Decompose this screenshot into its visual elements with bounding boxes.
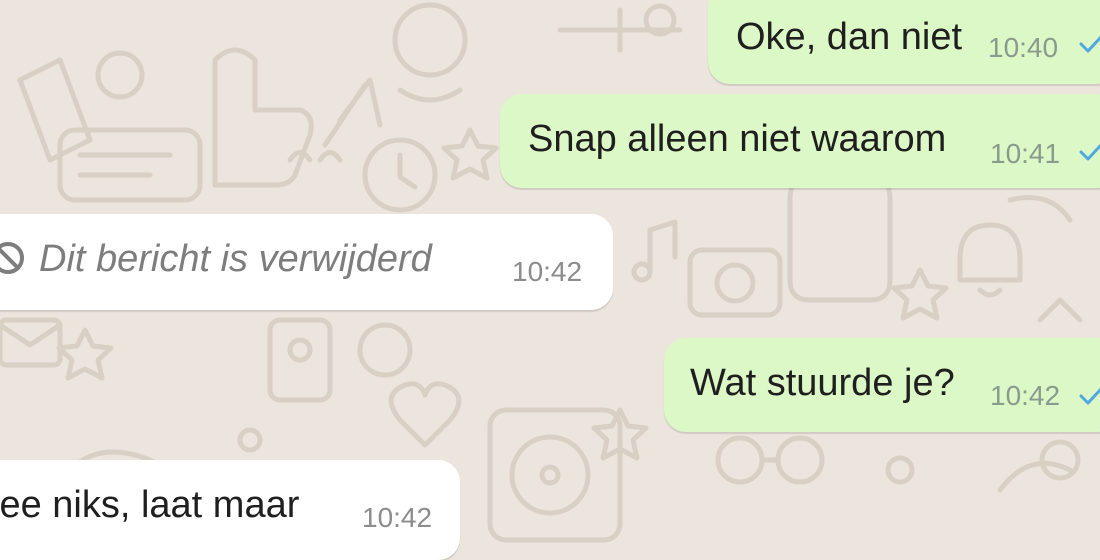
message-text: Dit bericht is verwijderd xyxy=(39,238,432,280)
message-time: 10:42 xyxy=(362,502,433,533)
message-bubble-outgoing[interactable]: Oke, dan niet 10:40 xyxy=(708,0,1100,84)
ban-icon xyxy=(0,240,26,276)
message-bubble-outgoing[interactable]: Snap alleen niet waarom 10:41 xyxy=(500,94,1100,188)
check-icon xyxy=(1078,142,1100,162)
message-bubble-outgoing[interactable]: Wat stuurde je? 10:42 xyxy=(664,338,1100,432)
message-time: 10:42 xyxy=(512,256,583,287)
check-icon xyxy=(1078,386,1100,406)
message-text: Wat stuurde je? xyxy=(690,362,955,404)
message-text: Oke, dan niet xyxy=(736,16,963,58)
message-text: Nee niks, laat maar xyxy=(0,484,300,526)
message-bubble-incoming[interactable]: Nee niks, laat maar 10:42 xyxy=(0,460,460,560)
message-bubble-incoming-deleted[interactable]: Dit bericht is verwijderd 10:42 xyxy=(0,214,613,310)
message-time: 10:40 xyxy=(988,32,1059,63)
message-text: Snap alleen niet waarom xyxy=(528,118,947,160)
check-icon xyxy=(1078,34,1100,54)
message-time: 10:41 xyxy=(990,138,1061,169)
message-time: 10:42 xyxy=(990,380,1061,411)
